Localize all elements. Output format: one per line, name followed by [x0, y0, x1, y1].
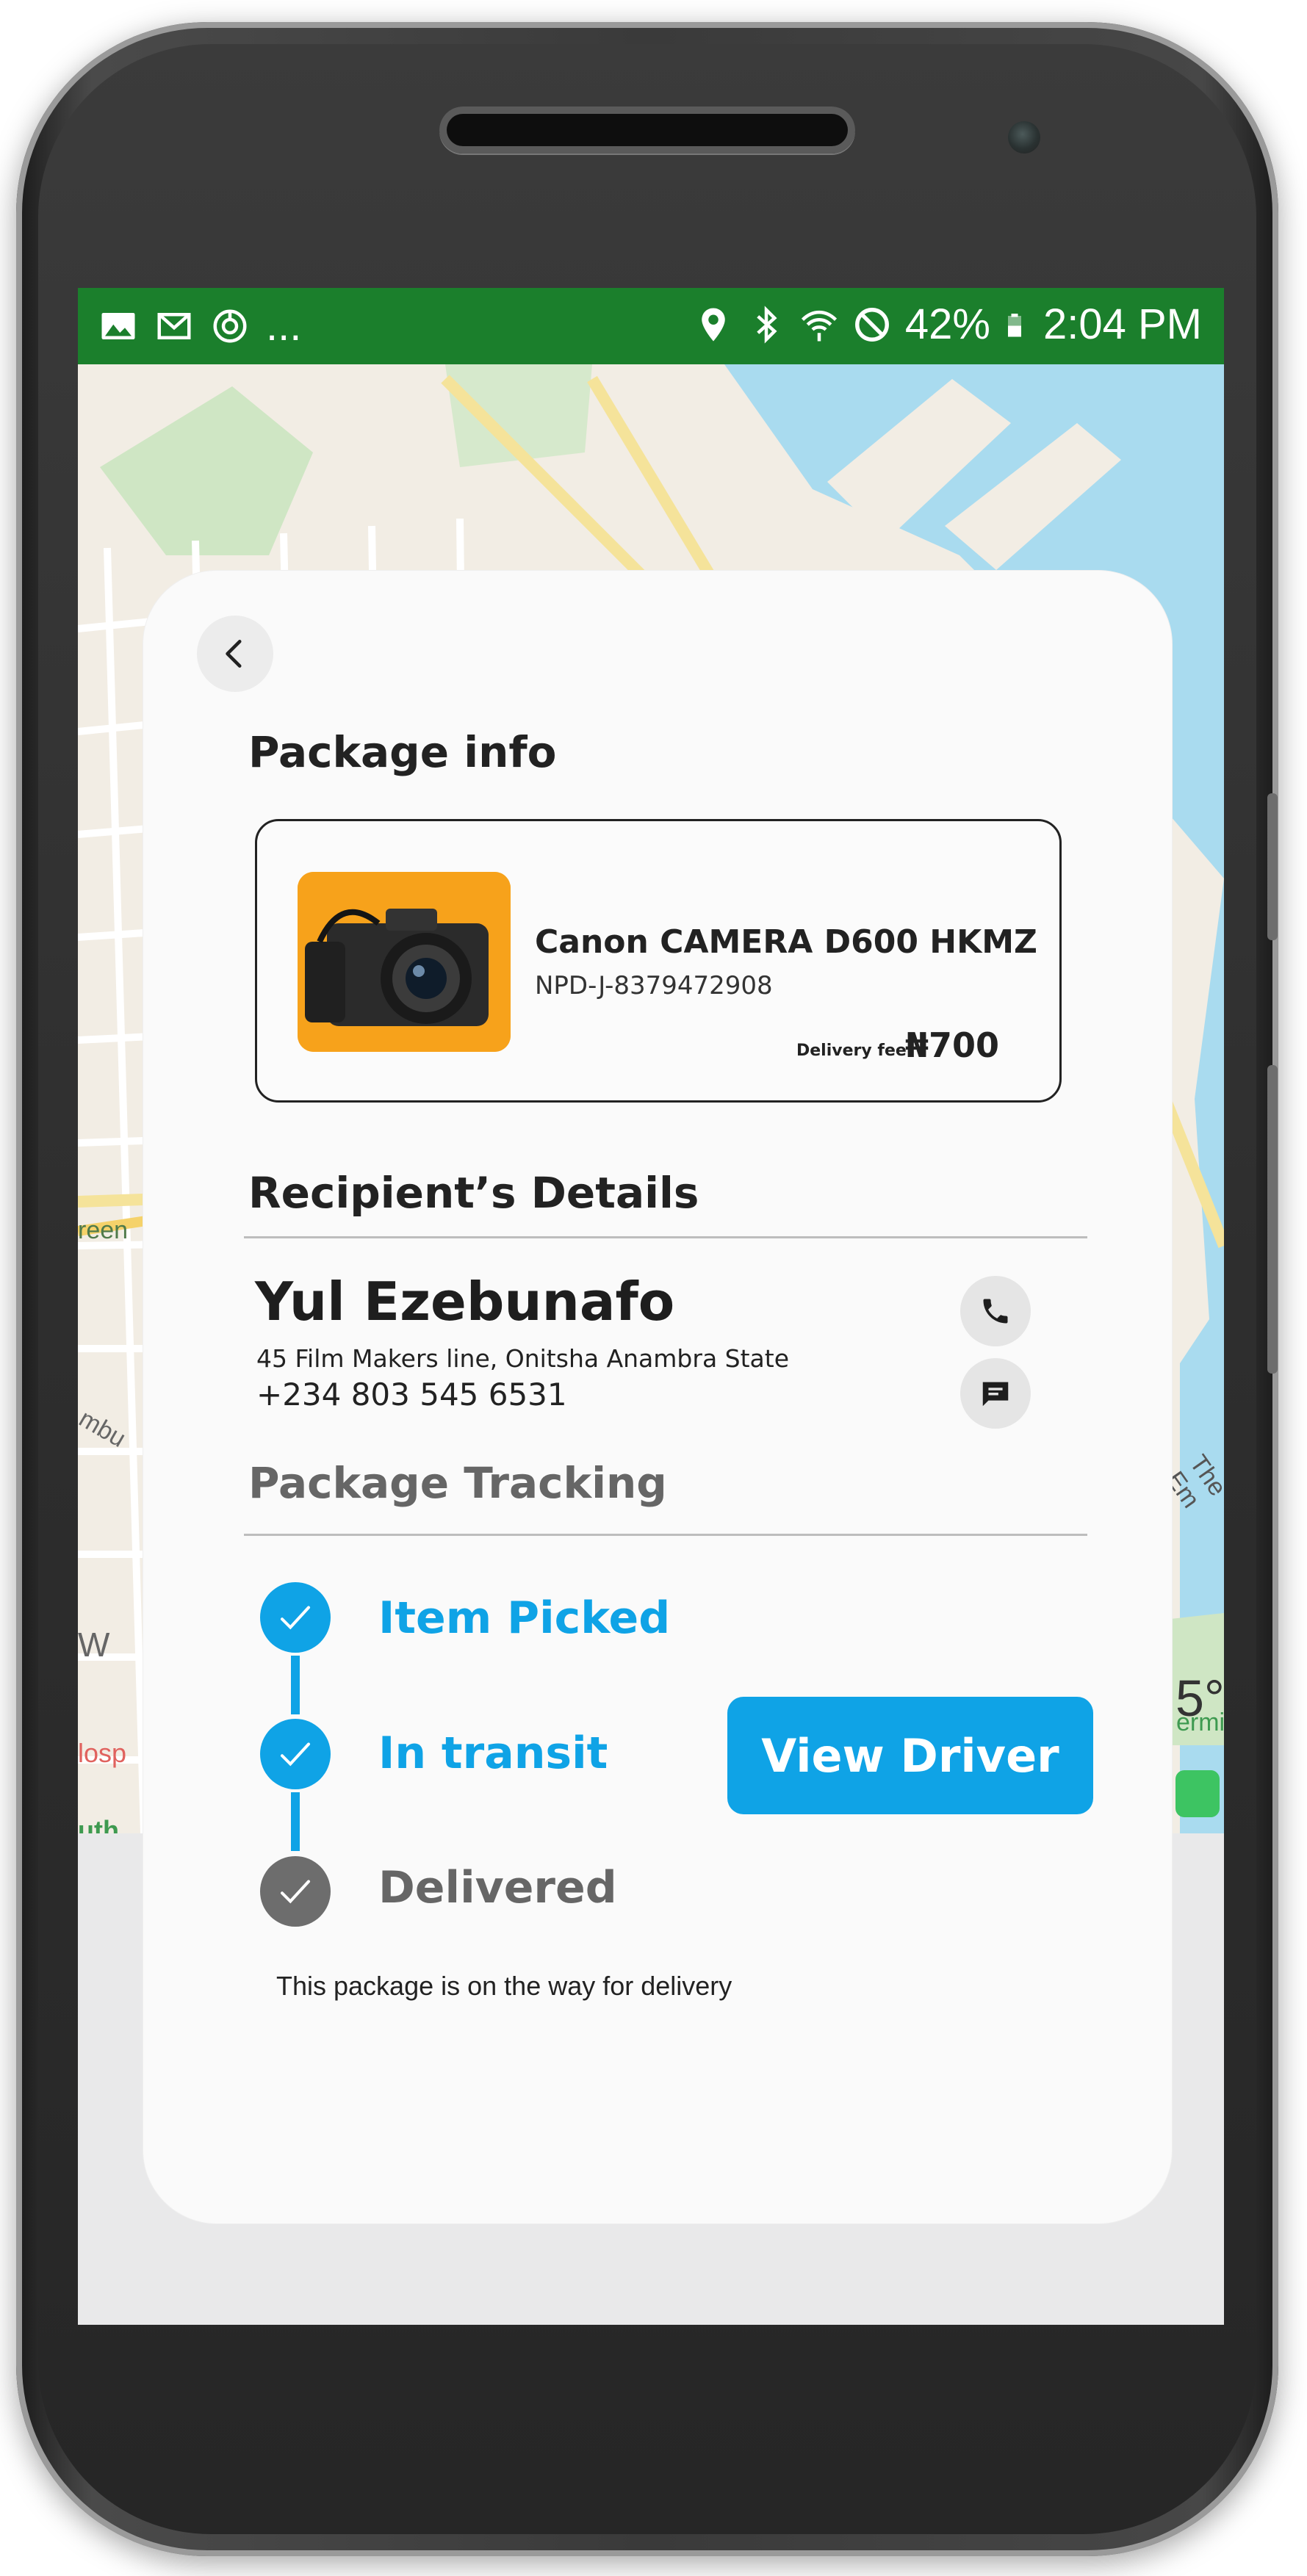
map-label-hospital: losp — [78, 1738, 127, 1768]
recipient-phone: +234 803 545 6531 — [256, 1377, 567, 1413]
battery-icon — [1008, 313, 1021, 336]
package-tracking-title: Package Tracking — [248, 1458, 667, 1508]
step-item-picked-check — [260, 1582, 331, 1653]
recipient-divider — [244, 1236, 1087, 1238]
package-tracking-code: NPD-J-8379472908 — [535, 971, 773, 1000]
step-delivered-check — [260, 1856, 331, 1927]
map-label-green: reen — [78, 1216, 129, 1244]
recipient-name: Yul Ezebunafo — [255, 1271, 675, 1332]
power-button — [1267, 1065, 1278, 1374]
map-label-west: W — [78, 1626, 110, 1664]
check-icon — [280, 1606, 311, 1630]
status-overflow: ... — [266, 302, 302, 350]
tracking-note: This package is on the way for delivery — [276, 1971, 732, 2001]
step-in-transit-check — [260, 1719, 331, 1789]
package-info-title: Package info — [248, 727, 557, 777]
bluetooth-icon — [757, 305, 777, 344]
location-icon — [702, 308, 725, 341]
back-button[interactable] — [197, 616, 273, 692]
message-button[interactable] — [960, 1358, 1031, 1429]
chevron-left-icon — [226, 640, 242, 668]
map-green-pill — [1175, 1770, 1220, 1817]
step-delivered-label: Delivered — [378, 1862, 617, 1913]
recipient-title: Recipient’s Details — [248, 1168, 699, 1218]
tracking-line-2 — [291, 1792, 300, 1851]
sync-icon — [213, 309, 247, 342]
status-bar: ... 42% 2:04 PM — [78, 288, 1224, 364]
recipient-address: 45 Film Makers line, Onitsha Anambra Sta… — [256, 1344, 790, 1373]
gmail-icon — [157, 312, 191, 339]
volume-button — [1267, 793, 1278, 940]
weather-degree: 5° — [1175, 1670, 1224, 1727]
battery-percent: 42% — [904, 300, 990, 348]
package-item-name: Canon CAMERA D600 HKMZ — [535, 923, 1037, 961]
call-button[interactable] — [960, 1276, 1031, 1346]
phone-icon — [983, 1299, 1008, 1324]
gallery-icon — [101, 312, 135, 339]
message-icon — [982, 1382, 1009, 1407]
package-image — [298, 872, 511, 1052]
check-icon — [280, 1742, 311, 1767]
camera-photo-icon — [298, 872, 511, 1052]
delivery-fee-label: Delivery fee — [796, 1042, 907, 1060]
step-in-transit-label: In transit — [378, 1728, 608, 1779]
tracking-divider — [244, 1534, 1087, 1536]
front-camera — [1008, 121, 1040, 154]
block-icon — [854, 307, 889, 342]
check-icon — [280, 1880, 311, 1904]
tracking-line-1 — [291, 1656, 300, 1714]
earpiece-speaker — [439, 107, 855, 154]
delivery-fee-value: ₦700 — [905, 1025, 1000, 1065]
wifi-icon — [801, 310, 837, 341]
status-time: 2:04 PM — [1043, 300, 1202, 348]
map-label-south: uth — [78, 1815, 119, 1833]
view-driver-button[interactable]: View Driver — [727, 1697, 1093, 1814]
step-item-picked-label: Item Picked — [378, 1592, 671, 1644]
